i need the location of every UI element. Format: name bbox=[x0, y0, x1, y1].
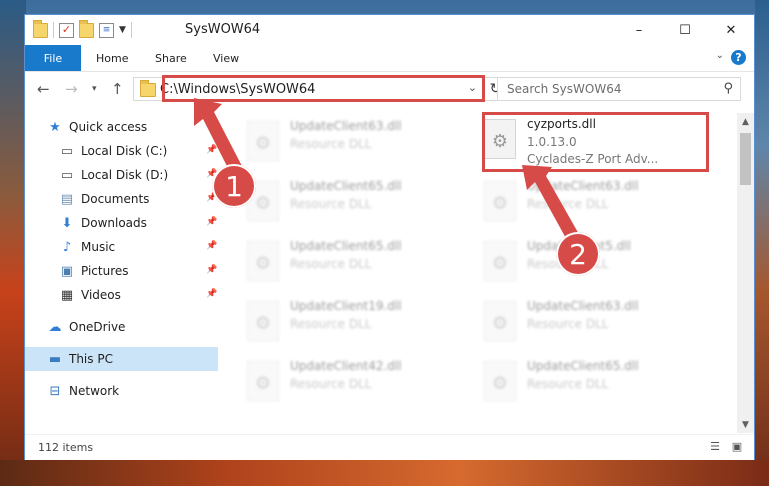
arrow-2 bbox=[522, 165, 580, 242]
callout-badge-1: 1 bbox=[212, 164, 256, 208]
callout-badge-2: 2 bbox=[556, 232, 600, 276]
annotation-arrows bbox=[194, 98, 580, 242]
